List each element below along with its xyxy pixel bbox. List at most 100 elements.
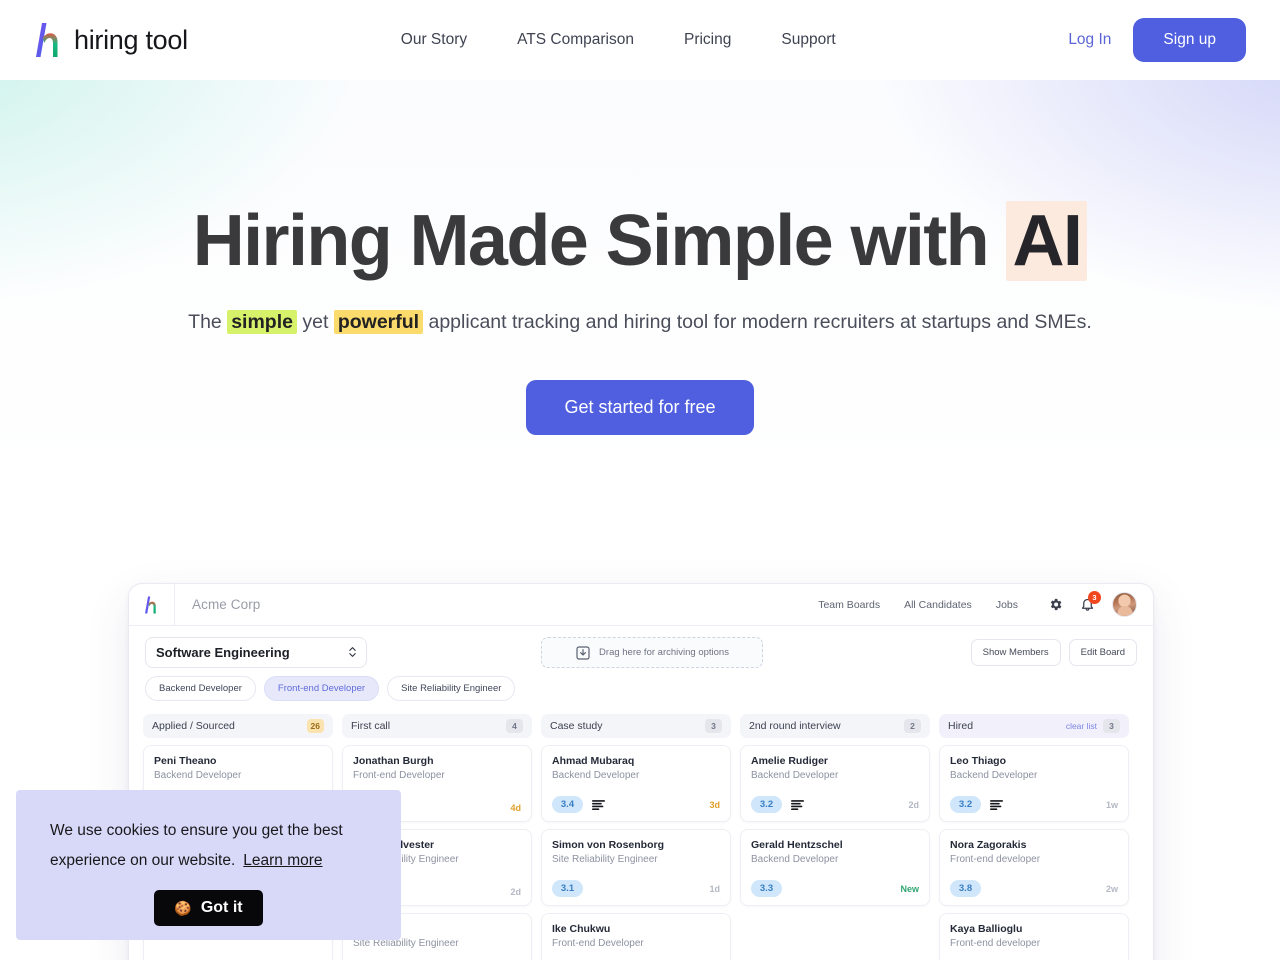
clear-list-link[interactable]: clear list: [1066, 721, 1097, 731]
nav-item-ats-comparison[interactable]: ATS Comparison: [517, 31, 634, 49]
candidate-score-badge: 3.3: [751, 880, 782, 897]
app-icon-group: 3: [1048, 591, 1137, 617]
candidate-role: Front-end developer: [950, 854, 1041, 865]
candidate-card[interactable]: Leo Thiago Backend Developer 3.2 1w: [939, 745, 1129, 822]
role-chip-backend-developer[interactable]: Backend Developer: [145, 676, 256, 701]
candidate-card[interactable]: Amelie Rudiger Backend Developer 3.2 2d: [740, 745, 930, 822]
subtitle-highlight-powerful: powerful: [333, 309, 424, 334]
candidate-card-footer: 3.4 3d: [552, 786, 720, 813]
nav-item-support[interactable]: Support: [781, 31, 835, 49]
candidate-card[interactable]: Ahmad Mubaraq Backend Developer 3.4 3d: [541, 745, 731, 822]
hero-content: Hiring Made Simple with AI The simple ye…: [0, 201, 1280, 435]
cookie-learn-more-link[interactable]: Learn more: [243, 852, 322, 869]
role-chip-site-reliability-engineer[interactable]: Site Reliability Engineer: [387, 676, 516, 701]
cookie-accept-button[interactable]: 🍪 Got it: [154, 890, 263, 927]
kanban-column-count: 26: [306, 719, 324, 733]
get-started-button[interactable]: Get started for free: [526, 379, 754, 435]
hiring-tool-logo-icon: [36, 23, 58, 57]
archive-dropzone-label: Drag here for archiving options: [599, 647, 729, 658]
candidate-name: Leo Thiago: [950, 755, 1006, 767]
candidate-age-label: New: [900, 883, 919, 894]
candidate-name: Simon von Rosenborg: [552, 839, 665, 851]
candidate-role: Site Reliability Engineer: [552, 854, 658, 865]
kanban-column-title: 2nd round interview: [749, 720, 841, 732]
cookie-message-line-1: We use cookies to ensure you get the bes…: [50, 822, 343, 839]
app-nav-all-candidates[interactable]: All Candidates: [904, 599, 972, 611]
brand-logo[interactable]: hiring tool: [34, 21, 188, 59]
archive-box-icon: [576, 645, 590, 660]
candidate-role: Backend Developer: [751, 854, 839, 865]
candidate-card-footer: 3.2 1w: [950, 786, 1118, 813]
candidate-card[interactable]: Gerald Hentzschel Backend Developer 3.3 New: [740, 829, 930, 906]
app-nav-team-boards[interactable]: Team Boards: [818, 599, 880, 611]
candidate-name: Amelie Rudiger: [751, 755, 829, 767]
candidate-card[interactable]: Kaya Ballioglu Front-end developer 3.63w: [939, 913, 1129, 960]
kanban-column-header: Applied / Sourced 26: [143, 714, 333, 738]
subtitle-part-2: yet: [296, 310, 334, 333]
notes-icon: [990, 799, 1003, 810]
subtitle-part-3: applicant tracking and hiring tool for m…: [423, 310, 1092, 333]
kanban-column-count: 4: [506, 719, 523, 733]
kanban-column-count: 3: [1103, 719, 1120, 733]
candidate-name: Jonathan Burgh: [353, 755, 434, 767]
chevron-updown-icon: [349, 647, 356, 657]
candidate-score-badge: 3.2: [950, 796, 981, 813]
headline-text: Hiring Made Simple with: [192, 201, 1007, 281]
board-selector-value: Software Engineering: [156, 644, 290, 660]
candidate-age-label: 1d: [709, 883, 720, 894]
gear-icon[interactable]: [1048, 597, 1063, 612]
archive-dropzone[interactable]: Drag here for archiving options: [541, 637, 763, 668]
candidate-card-footer: 3.8 2w: [950, 870, 1118, 897]
kanban-column-title: First call: [351, 720, 391, 732]
candidate-role: Front-end developer: [950, 938, 1041, 949]
kanban-column-count: 2: [904, 719, 921, 733]
candidate-age-label: 3d: [709, 799, 720, 810]
candidate-age-label: 1w: [1105, 799, 1118, 810]
role-chip-front-end-developer[interactable]: Front-end Developer: [263, 676, 380, 701]
signup-button[interactable]: Sign up: [1133, 18, 1246, 62]
app-nav-jobs[interactable]: Jobs: [996, 599, 1018, 611]
candidate-notes-indicator: [592, 799, 605, 810]
edit-board-button[interactable]: Edit Board: [1068, 638, 1137, 666]
cookie-message-line-2: experience on our website.: [50, 852, 236, 870]
cta-container: Get started for free: [0, 379, 1280, 435]
avatar[interactable]: [1112, 592, 1137, 617]
candidate-name: Kaya Ballioglu: [950, 923, 1023, 935]
candidate-score-badge: 3.2: [751, 796, 782, 813]
candidate-card-footer: 3.1 1d: [552, 870, 720, 897]
candidate-score-badge: 3.4: [552, 796, 583, 813]
candidate-card-footer: 3.3 New: [751, 870, 919, 897]
candidate-role: Backend Developer: [552, 770, 640, 781]
candidate-age-label: 4d: [510, 803, 521, 813]
notes-icon: [592, 799, 605, 810]
page-title: Hiring Made Simple with AI: [0, 201, 1280, 281]
primary-nav: Our Story ATS Comparison Pricing Support: [401, 31, 836, 49]
candidate-name: Ike Chukwu: [552, 923, 611, 935]
kanban-column: Case study 3 Ahmad Mubaraq Backend Develope…: [541, 714, 731, 960]
candidate-card-footer: 1.8New: [552, 954, 720, 960]
notification-badge: 3: [1088, 591, 1101, 604]
candidate-name: Nora Zagorakis: [950, 839, 1027, 851]
board-toolbar-actions: Show Members Edit Board: [970, 638, 1137, 666]
role-filter-chips: Backend Developer Front-end Developer Si…: [129, 676, 1153, 701]
candidate-card[interactable]: Simon von Rosenborg Site Reliability Engi…: [541, 829, 731, 906]
candidate-name: Gerald Hentzschel: [751, 839, 843, 851]
candidate-age-label: 2d: [510, 887, 521, 897]
cookie-consent-banner: We use cookies to ensure you get the bes…: [16, 790, 401, 940]
show-members-button[interactable]: Show Members: [970, 638, 1061, 666]
landing-page: hiring tool Our Story ATS Comparison Pri…: [0, 0, 1280, 960]
candidate-notes-indicator: [791, 799, 804, 810]
candidate-card[interactable]: Nora Zagorakis Front-end developer 3.8 2w: [939, 829, 1129, 906]
candidate-card[interactable]: Ike Chukwu Front-end Developer 1.8New: [541, 913, 731, 960]
notifications-button[interactable]: 3: [1080, 591, 1101, 612]
kanban-column-title: Applied / Sourced: [152, 720, 235, 732]
candidate-card-footer: 3.2 2d: [751, 786, 919, 813]
candidate-score-badge: 3.8: [950, 880, 981, 897]
nav-item-pricing[interactable]: Pricing: [684, 31, 731, 49]
cookie-actions: 🍪 Got it: [50, 890, 367, 927]
kanban-column-header: Hired clear list 3: [939, 714, 1129, 738]
board-selector[interactable]: Software Engineering: [145, 636, 367, 668]
subtitle-highlight-simple: simple: [227, 309, 297, 334]
login-link[interactable]: Log In: [1068, 31, 1111, 49]
nav-item-our-story[interactable]: Our Story: [401, 31, 467, 49]
